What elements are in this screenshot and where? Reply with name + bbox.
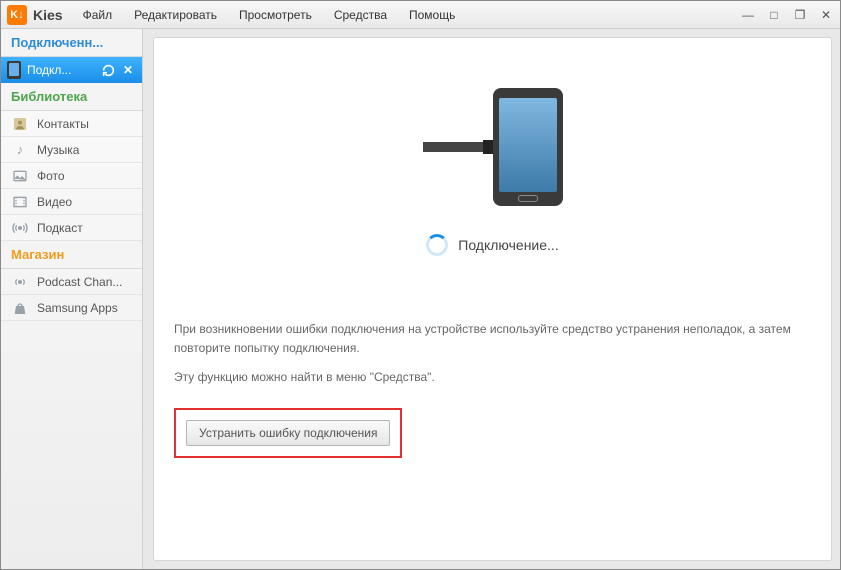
photo-icon <box>11 167 29 185</box>
section-connected: Подключенн... <box>1 29 142 57</box>
sidebar-item-podcast[interactable]: Подкаст <box>1 215 142 241</box>
sidebar-item-video[interactable]: Видео <box>1 189 142 215</box>
sidebar-item-label: Контакты <box>37 117 89 131</box>
menu-help[interactable]: Помощь <box>409 8 455 22</box>
sidebar-item-contacts[interactable]: Контакты <box>1 111 142 137</box>
video-icon <box>11 193 29 211</box>
fix-connection-button[interactable]: Устранить ошибку подключения <box>186 420 390 446</box>
sidebar: Подключенн... Подкл... ✕ Библиотека Конт… <box>1 29 143 569</box>
main-panel-wrap: Подключение... При возникновении ошибки … <box>143 29 840 569</box>
close-icon[interactable]: ✕ <box>818 7 834 23</box>
help-line-1: При возникновении ошибки подключения на … <box>174 320 811 358</box>
sidebar-item-photo[interactable]: Фото <box>1 163 142 189</box>
help-text: При возникновении ошибки подключения на … <box>174 320 811 458</box>
phone-usb-graphic <box>174 88 811 206</box>
sidebar-item-label: Музыка <box>37 143 79 157</box>
menu-edit[interactable]: Редактировать <box>134 8 217 22</box>
app-title: Kies <box>33 7 63 23</box>
sidebar-item-label: Фото <box>37 169 65 183</box>
close-device-icon[interactable]: ✕ <box>120 62 136 78</box>
connecting-row: Подключение... <box>174 234 811 256</box>
content-panel: Подключение... При возникновении ошибки … <box>153 37 832 561</box>
help-line-2: Эту функцию можно найти в меню "Средства… <box>174 368 811 387</box>
sidebar-item-label: Подкаст <box>37 221 83 235</box>
sidebar-item-podcast-channel[interactable]: Podcast Chan... <box>1 269 142 295</box>
podcast-channel-icon <box>11 273 29 291</box>
menu-file[interactable]: Файл <box>83 8 113 22</box>
minimize-icon[interactable]: — <box>740 7 756 23</box>
menu-tools[interactable]: Средства <box>334 8 387 22</box>
device-row[interactable]: Подкл... ✕ <box>1 57 142 83</box>
restore-icon[interactable]: ❐ <box>792 7 808 23</box>
connecting-label: Подключение... <box>458 237 558 253</box>
sidebar-item-music[interactable]: ♪ Музыка <box>1 137 142 163</box>
phone-device-icon <box>493 88 563 206</box>
phone-mini-icon <box>7 61 21 79</box>
usb-cable-icon <box>423 142 483 152</box>
menu-bar: K↓ Kies Файл Редактировать Просмотреть С… <box>1 1 840 29</box>
samsung-apps-icon <box>11 299 29 317</box>
maximize-icon[interactable]: □ <box>766 7 782 23</box>
section-library: Библиотека <box>1 83 142 111</box>
refresh-icon[interactable] <box>100 62 116 78</box>
device-label: Подкл... <box>27 63 96 77</box>
sidebar-item-samsung-apps[interactable]: Samsung Apps <box>1 295 142 321</box>
sidebar-item-label: Видео <box>37 195 72 209</box>
section-store: Магазин <box>1 241 142 269</box>
spinner-icon <box>426 234 448 256</box>
menu-view[interactable]: Просмотреть <box>239 8 312 22</box>
highlight-box: Устранить ошибку подключения <box>174 408 402 458</box>
podcast-icon <box>11 219 29 237</box>
sidebar-item-label: Podcast Chan... <box>37 275 122 289</box>
sidebar-item-label: Samsung Apps <box>37 301 118 315</box>
music-icon: ♪ <box>11 141 29 159</box>
contacts-icon <box>11 115 29 133</box>
app-icon: K↓ <box>7 5 27 25</box>
